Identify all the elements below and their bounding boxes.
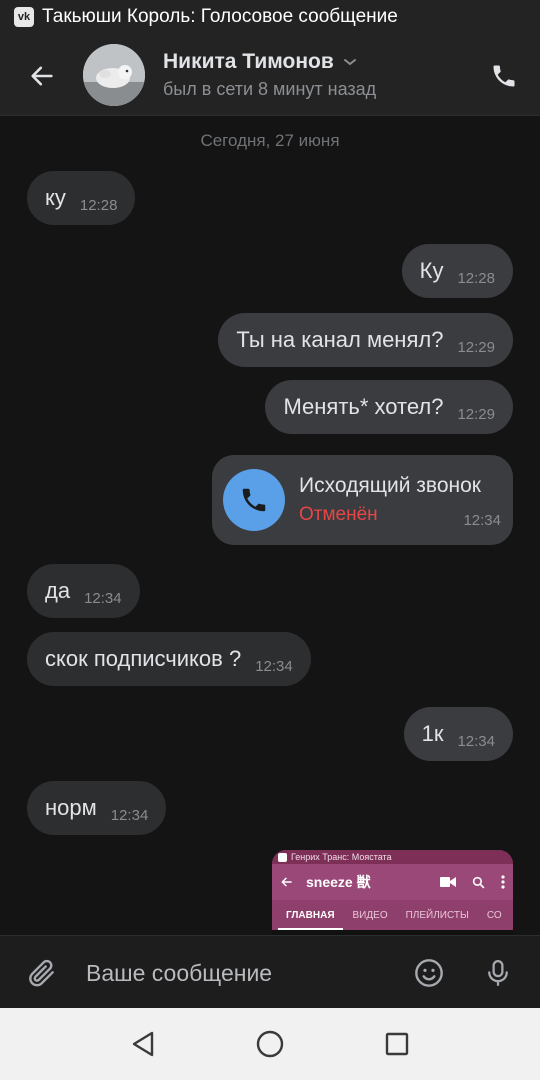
message-bubble[interactable]: скок подписчиков ? 12:34 xyxy=(27,632,311,686)
call-title: Исходящий звонок xyxy=(299,474,481,497)
status-bar: vk Такьюши Король: Голосовое сообщение xyxy=(0,0,540,34)
arrow-left-icon xyxy=(281,877,292,887)
preview-status-text: Генрих Транс: Моястата xyxy=(291,852,392,862)
nav-home-button[interactable] xyxy=(250,1024,290,1064)
preview-tab: СО xyxy=(486,909,502,921)
message-text: скок подписчиков ? xyxy=(45,646,242,671)
message-time: 12:34 xyxy=(110,806,149,824)
preview-status-bar: Генрих Транс: Моястата xyxy=(272,850,513,864)
chat-header: Никита Тимонов был в сети 8 минут назад xyxy=(0,34,540,116)
triangle-back-icon xyxy=(133,1031,154,1057)
paperclip-icon xyxy=(29,959,54,987)
call-time: 12:34 xyxy=(463,512,501,529)
microphone-button[interactable] xyxy=(478,953,518,993)
message-text: 1к xyxy=(421,721,444,746)
more-vertical-icon xyxy=(501,875,505,889)
message-input[interactable] xyxy=(86,956,386,990)
message-time: 12:34 xyxy=(457,732,495,750)
message-bubble[interactable]: Ты на канал менял? 12:29 xyxy=(218,313,513,367)
call-icon-button[interactable] xyxy=(223,469,285,531)
message-bubble[interactable]: 1к 12:34 xyxy=(403,707,513,761)
system-nav-bar xyxy=(0,1008,540,1080)
message-text: Ты на канал менял? xyxy=(236,327,444,352)
call-message[interactable]: Исходящий звонок Отменён 12:34 xyxy=(212,455,513,545)
phone-icon xyxy=(242,488,266,512)
preview-tab: ВИДЕО xyxy=(352,909,388,921)
chevron-down-icon xyxy=(343,59,356,66)
contact-name-text: Никита Тимонов xyxy=(163,50,334,73)
message-time: 12:34 xyxy=(255,657,293,675)
message-bubble[interactable]: норм 12:34 xyxy=(27,781,167,835)
message-text: Менять* хотел? xyxy=(283,394,444,419)
contact-status: был в сети 8 минут назад xyxy=(163,79,377,99)
preview-tab: ГЛАВНАЯ xyxy=(278,909,342,931)
vk-logo-icon: vk xyxy=(14,7,34,27)
message-time: 12:29 xyxy=(457,338,495,356)
search-icon xyxy=(472,876,485,888)
date-separator: Сегодня, 27 июня xyxy=(200,131,340,150)
message-time: 12:34 xyxy=(84,589,122,607)
message-text: да xyxy=(45,578,71,603)
smiley-icon xyxy=(415,959,443,987)
composer xyxy=(0,935,540,1008)
circle-home-icon xyxy=(256,1030,284,1058)
message-time: 12:28 xyxy=(457,269,495,287)
message-bubble[interactable]: да 12:34 xyxy=(27,564,140,618)
message-bubble[interactable]: Менять* хотел? 12:29 xyxy=(265,380,513,434)
avatar[interactable] xyxy=(83,44,145,106)
vk-logo-icon xyxy=(278,852,287,862)
phone-icon xyxy=(493,65,515,87)
contact-name[interactable]: Никита Тимонов xyxy=(163,50,358,74)
preview-tab: ПЛЕЙЛИСТЫ xyxy=(405,909,469,921)
notification-title: Такьюши Король: Голосовое сообщение xyxy=(42,6,398,27)
image-attachment[interactable]: Генрих Транс: Моястата sneeze 獣 ГЛАВНАЯ … xyxy=(272,850,513,935)
message-time: 12:28 xyxy=(79,196,118,214)
attach-button[interactable] xyxy=(22,953,62,993)
arrow-left-icon xyxy=(31,66,53,86)
message-text: норм xyxy=(45,795,97,820)
preview-channel-name: sneeze 獣 xyxy=(306,874,371,890)
nav-back-button[interactable] xyxy=(123,1024,163,1064)
nav-recents-button[interactable] xyxy=(377,1024,417,1064)
message-list[interactable]: Сегодня, 27 июня ку 12:28 Ку 12:28 Ты на… xyxy=(0,117,540,935)
back-button[interactable] xyxy=(22,56,62,96)
call-status: Отменён xyxy=(299,504,378,525)
preview-tabs: ГЛАВНАЯ ВИДЕО ПЛЕЙЛИСТЫ СО xyxy=(272,900,513,931)
square-recents-icon xyxy=(385,1032,408,1056)
message-time: 12:29 xyxy=(457,405,495,423)
emoji-button[interactable] xyxy=(409,953,449,993)
message-bubble[interactable]: Ку 12:28 xyxy=(401,244,513,298)
message-text: ку xyxy=(45,185,66,210)
video-camera-icon xyxy=(440,877,456,887)
preview-toolbar: sneeze 獣 xyxy=(272,864,513,900)
message-text: Ку xyxy=(419,258,444,283)
call-button[interactable] xyxy=(484,56,524,96)
microphone-icon xyxy=(488,960,508,986)
message-bubble[interactable]: ку 12:28 xyxy=(27,171,136,225)
